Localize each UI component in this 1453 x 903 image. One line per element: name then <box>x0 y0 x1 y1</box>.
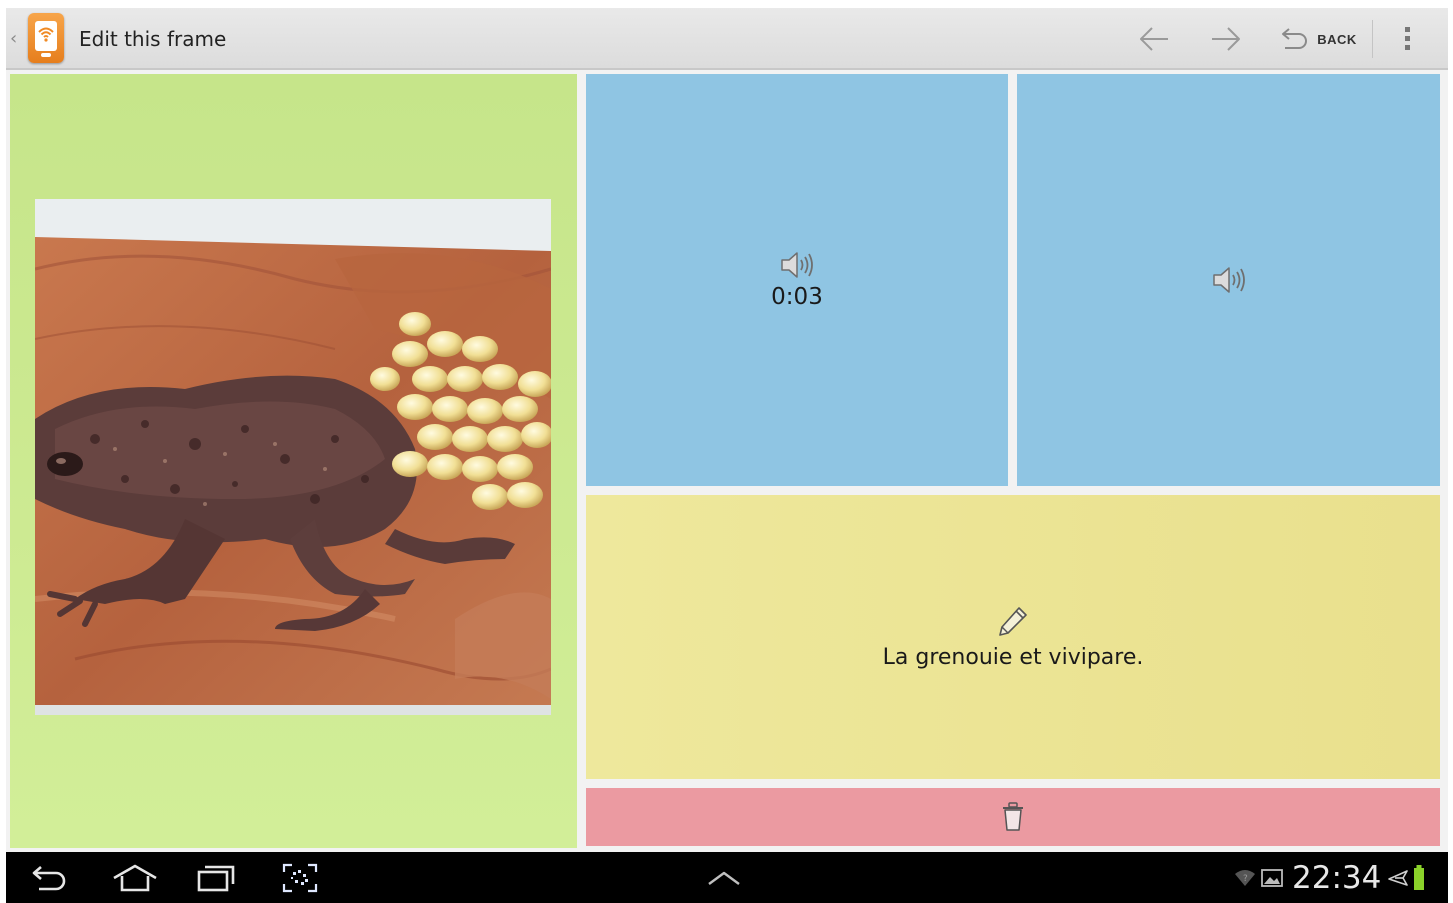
frame-editor: 0:03 La grenouie et vivipare. <box>6 70 1448 852</box>
action-bar: ‹ Edit this frame BACK <box>6 8 1448 70</box>
back-icon <box>32 866 66 891</box>
audio-panel-1[interactable]: 0:03 <box>586 74 1008 486</box>
text-panel[interactable]: La grenouie et vivipare. <box>586 495 1440 779</box>
system-recents-button[interactable] <box>194 860 238 896</box>
battery-icon <box>1414 865 1425 890</box>
previous-frame-button[interactable] <box>1136 21 1172 57</box>
tablet-screen: ‹ Edit this frame BACK 0:03 La grenouie … <box>6 8 1448 903</box>
status-area[interactable]: ? 22:34 <box>1234 858 1444 898</box>
home-icon <box>113 864 157 892</box>
system-back-button[interactable] <box>28 860 72 896</box>
system-navigation-bar: ? 22:34 <box>6 852 1448 903</box>
delete-frame-button[interactable] <box>586 788 1440 846</box>
airplane-icon <box>1388 870 1409 886</box>
recents-icon <box>197 865 235 892</box>
back-button[interactable]: BACK <box>1272 21 1364 57</box>
pencil-icon <box>999 606 1027 636</box>
system-expand-button[interactable] <box>702 860 746 896</box>
speaker-icon <box>1212 267 1245 293</box>
arrow-right-icon <box>1212 27 1240 51</box>
frog-with-eggs-photo[interactable] <box>35 199 551 715</box>
chevron-up-icon <box>708 871 740 885</box>
screenshot-button[interactable] <box>278 860 322 896</box>
arrow-left-icon <box>1140 27 1168 51</box>
up-chevron-icon[interactable]: ‹ <box>10 28 17 49</box>
action-bar-divider <box>1372 20 1373 58</box>
page-title: Edit this frame <box>79 27 227 51</box>
wifi-icon: ? <box>1235 870 1255 886</box>
app-icon[interactable] <box>28 13 64 63</box>
frame-caption: La grenouie et vivipare. <box>882 644 1144 670</box>
back-button-label: BACK <box>1317 31 1357 47</box>
audio-duration: 0:03 <box>771 284 823 310</box>
image-panel[interactable] <box>10 74 577 848</box>
overflow-menu-button[interactable] <box>1390 21 1426 57</box>
speaker-icon <box>781 252 813 278</box>
status-clock: 22:34 <box>1292 860 1382 896</box>
gallery-notification-icon <box>1261 869 1283 887</box>
audio-panel-2[interactable] <box>1017 74 1440 486</box>
overflow-menu-icon <box>1405 27 1410 50</box>
svg-text:?: ? <box>1243 874 1248 884</box>
undo-arrow-icon <box>1282 28 1308 49</box>
trash-icon <box>1003 802 1023 831</box>
next-frame-button[interactable] <box>1208 21 1244 57</box>
system-home-button[interactable] <box>110 860 160 896</box>
screenshot-icon <box>282 863 318 893</box>
